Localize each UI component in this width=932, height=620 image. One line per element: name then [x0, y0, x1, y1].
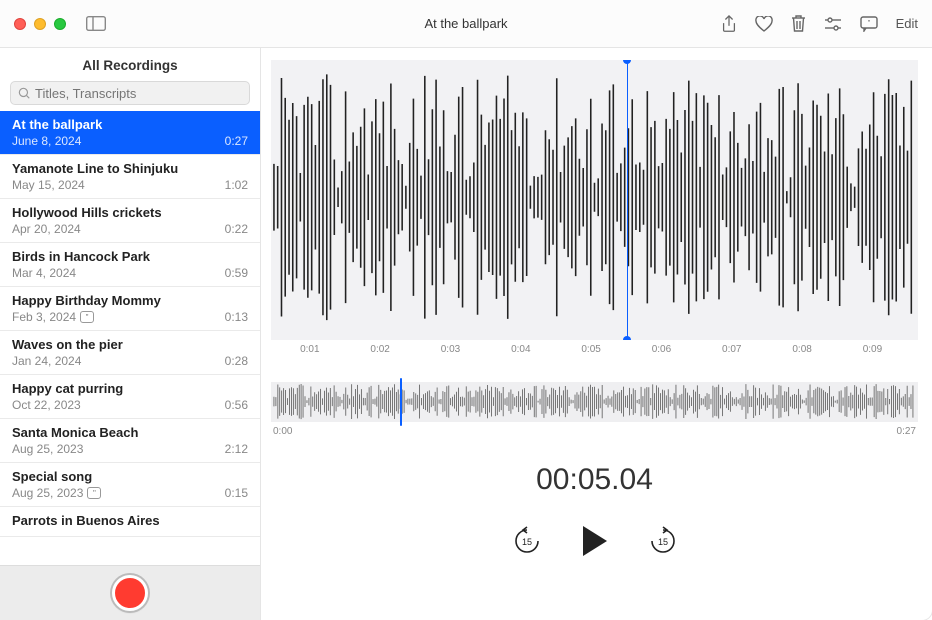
skip-back-button[interactable]: 15: [511, 525, 543, 557]
recording-date: May 15, 2024: [12, 178, 85, 192]
recording-item[interactable]: Waves on the pier Jan 24, 2024 0:28: [0, 331, 260, 375]
recordings-list: At the ballpark June 8, 2024 0:27 Yamanote …: [0, 111, 260, 565]
time-tick: 0:09: [863, 344, 882, 355]
recording-title: Yamanote Line to Shinjuku: [12, 161, 248, 176]
recording-date: June 8, 2024: [12, 134, 81, 148]
recording-title: Hollywood Hills crickets: [12, 205, 248, 220]
time-tick: 0:05: [581, 344, 600, 355]
playhead-handle-bottom[interactable]: [623, 336, 631, 340]
recording-date: Mar 4, 2024: [12, 266, 76, 280]
delete-button[interactable]: [791, 15, 806, 32]
close-window-button[interactable]: [14, 18, 26, 30]
sidebar-heading: All Recordings: [0, 48, 260, 81]
recording-duration: 2:12: [225, 442, 248, 456]
recording-item[interactable]: Santa Monica Beach Aug 25, 2023 2:12: [0, 419, 260, 463]
recording-duration: 0:15: [225, 486, 248, 500]
edit-button[interactable]: Edit: [896, 16, 918, 31]
recording-duration: 0:22: [225, 222, 248, 236]
recording-date: Oct 22, 2023: [12, 398, 81, 412]
recording-duration: 0:28: [225, 354, 248, 368]
recording-date: Apr 20, 2024: [12, 222, 81, 236]
minimize-window-button[interactable]: [34, 18, 46, 30]
recording-date: Aug 25, 2023": [12, 486, 101, 500]
recording-title: Birds in Hancock Park: [12, 249, 248, 264]
playback-controls: 15 15: [271, 525, 918, 557]
record-bar: [0, 565, 260, 620]
window-controls: [14, 18, 66, 30]
time-tick: 0:04: [511, 344, 530, 355]
recording-item[interactable]: Happy cat purring Oct 22, 2023 0:56: [0, 375, 260, 419]
recording-title: Happy Birthday Mommy: [12, 293, 248, 308]
share-button[interactable]: [721, 15, 737, 33]
recording-item[interactable]: Yamanote Line to Shinjuku May 15, 2024 1:0…: [0, 155, 260, 199]
recording-title: Happy cat purring: [12, 381, 248, 396]
record-button[interactable]: [112, 575, 148, 611]
current-time: 00:05.04: [271, 463, 918, 497]
skip-forward-button[interactable]: 15: [647, 525, 679, 557]
recording-item[interactable]: Parrots in Buenos Aires: [0, 507, 260, 537]
svg-text:15: 15: [657, 537, 667, 547]
recording-item[interactable]: Happy Birthday Mommy Feb 3, 2024" 0:13: [0, 287, 260, 331]
overview-end-label: 0:27: [897, 426, 916, 437]
recording-duration: 1:02: [225, 178, 248, 192]
recording-title: At the ballpark: [12, 117, 248, 132]
playhead[interactable]: [627, 60, 628, 340]
recording-title: Special song: [12, 469, 248, 484]
recording-item[interactable]: Hollywood Hills crickets Apr 20, 2024 0:22: [0, 199, 260, 243]
recording-duration: 0:27: [225, 134, 248, 148]
sidebar-toggle-button[interactable]: [86, 16, 106, 31]
recording-item[interactable]: Special song Aug 25, 2023" 0:15: [0, 463, 260, 507]
favorite-button[interactable]: [755, 16, 773, 32]
svg-text:": ": [867, 20, 870, 27]
recording-date: Jan 24, 2024: [12, 354, 81, 368]
main-panel: 0:01 0:02 0:03 0:04 0:05 0:06 0:07 0:08 0:09 0:0…: [261, 48, 932, 620]
time-tick: 0:06: [652, 344, 671, 355]
recording-date: Feb 3, 2024": [12, 310, 94, 324]
titlebar: At the ballpark: [0, 0, 932, 48]
settings-sliders-button[interactable]: [824, 17, 842, 31]
recording-duration: 0:13: [225, 310, 248, 324]
time-ruler: 0:01 0:02 0:03 0:04 0:05 0:06 0:07 0:08 0:09: [271, 342, 918, 362]
play-button[interactable]: [583, 526, 607, 556]
recording-duration: 0:56: [225, 398, 248, 412]
recording-item[interactable]: Birds in Hancock Park Mar 4, 2024 0:59: [0, 243, 260, 287]
recording-item[interactable]: At the ballpark June 8, 2024 0:27: [0, 111, 260, 155]
waveform-overview[interactable]: [271, 382, 918, 422]
waveform-detail[interactable]: [271, 60, 918, 340]
transcript-icon: ": [87, 487, 101, 499]
time-tick: 0:08: [792, 344, 811, 355]
time-tick: 0:03: [441, 344, 460, 355]
search-input[interactable]: [10, 81, 250, 105]
recording-title: Waves on the pier: [12, 337, 248, 352]
time-tick: 0:02: [370, 344, 389, 355]
recording-title: Santa Monica Beach: [12, 425, 248, 440]
transcript-button[interactable]: ": [860, 16, 878, 32]
time-tick: 0:07: [722, 344, 741, 355]
recording-date: Aug 25, 2023: [12, 442, 83, 456]
svg-text:15: 15: [521, 537, 531, 547]
time-tick: 0:01: [300, 344, 319, 355]
overview-start-label: 0:00: [273, 426, 292, 437]
recording-title: Parrots in Buenos Aires: [12, 513, 248, 528]
recording-duration: 0:59: [225, 266, 248, 280]
transcript-icon: ": [80, 311, 94, 323]
sidebar: All Recordings At the ballpark June 8, 20…: [0, 48, 261, 620]
window-title: At the ballpark: [424, 16, 507, 31]
fullscreen-window-button[interactable]: [54, 18, 66, 30]
